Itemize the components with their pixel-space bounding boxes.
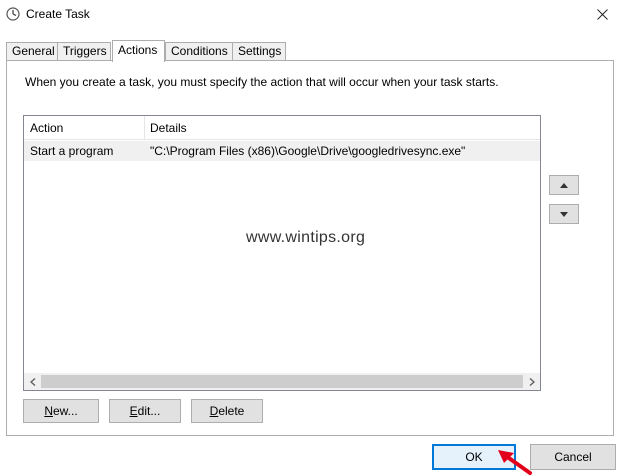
tab-settings[interactable]: Settings: [232, 42, 286, 61]
close-icon: [596, 8, 608, 20]
horizontal-scrollbar[interactable]: [24, 373, 540, 390]
clock-icon: [6, 7, 20, 21]
tab-general[interactable]: General: [6, 42, 58, 61]
row-details-cell: "C:\Program Files (x86)\Google\Drive\goo…: [150, 144, 466, 158]
window-title: Create Task: [26, 7, 90, 21]
triangle-up-icon: [560, 182, 568, 188]
new-action-button[interactable]: New...: [23, 399, 99, 423]
tab-triggers[interactable]: Triggers: [57, 42, 111, 61]
edit-mnemonic: E: [129, 404, 138, 418]
column-header-action[interactable]: Action: [24, 116, 144, 140]
table-row[interactable]: Start a program "C:\Program Files (x86)\…: [24, 141, 540, 161]
chevron-right-icon: [529, 377, 535, 386]
column-header-details[interactable]: Details: [144, 116, 187, 140]
delete-label-rest: elete: [218, 404, 245, 418]
edit-label-rest: dit...: [137, 404, 161, 418]
list-header: Action Details: [24, 116, 540, 140]
actions-panel: When you create a task, you must specify…: [6, 60, 614, 436]
tab-conditions[interactable]: Conditions: [165, 42, 233, 61]
ok-button[interactable]: OK: [432, 444, 516, 470]
row-action-cell: Start a program: [30, 144, 114, 158]
new-mnemonic: N: [44, 404, 53, 418]
delete-mnemonic: D: [209, 404, 219, 418]
title-bar: Create Task: [0, 0, 618, 30]
actions-list[interactable]: Action Details Start a program "C:\Progr…: [23, 115, 541, 391]
move-up-button[interactable]: [549, 175, 579, 195]
scroll-right-button[interactable]: [523, 373, 540, 390]
scroll-left-button[interactable]: [24, 373, 41, 390]
cancel-button[interactable]: Cancel: [530, 444, 616, 470]
actions-intro-text: When you create a task, you must specify…: [25, 75, 499, 89]
scroll-thumb[interactable]: [41, 375, 523, 388]
delete-action-button[interactable]: Delete: [191, 399, 263, 423]
close-button[interactable]: [586, 0, 618, 28]
watermark-text: www.wintips.org: [246, 229, 366, 246]
edit-action-button[interactable]: Edit...: [109, 399, 181, 423]
chevron-left-icon: [29, 377, 35, 386]
triangle-down-icon: [560, 211, 568, 217]
move-down-button[interactable]: [549, 204, 579, 224]
new-label-rest: ew...: [52, 404, 78, 418]
tab-actions[interactable]: Actions: [112, 40, 165, 62]
